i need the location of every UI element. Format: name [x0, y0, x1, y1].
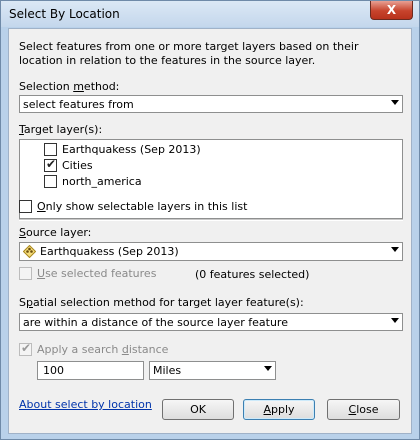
- point-layer-icon: [23, 245, 36, 258]
- spatial-method-label-pre: S: [19, 296, 26, 309]
- search-distance-label-post: istance: [128, 343, 169, 356]
- source-layer-value: Earthquakess (Sep 2013): [40, 245, 179, 258]
- distance-unit-dropdown[interactable]: Miles: [149, 361, 276, 380]
- search-distance-checkbox[interactable]: [19, 341, 32, 356]
- close-button[interactable]: Close: [327, 399, 400, 420]
- title-bar[interactable]: Select By Location X: [1, 1, 419, 27]
- selected-count-text: (0 features selected): [195, 268, 310, 281]
- target-layers-label: Target layer(s):: [19, 123, 102, 136]
- only-selectable-label-accel: O: [37, 200, 46, 213]
- use-selected-label: Use selected features: [37, 267, 156, 280]
- selection-method-label-pre: Selection: [19, 80, 74, 93]
- description-text: Select features from one or more target …: [19, 40, 359, 67]
- close-button-label: lose: [356, 403, 379, 416]
- distance-unit-value: Miles: [153, 364, 182, 377]
- spatial-method-dropdown[interactable]: are within a distance of the source laye…: [19, 313, 403, 331]
- divider: [19, 219, 403, 221]
- target-layer-label: north_america: [62, 175, 142, 188]
- apply-button-accel: A: [263, 403, 271, 416]
- window-title: Select By Location: [9, 7, 120, 21]
- source-layer-label: Source layer:: [19, 226, 91, 239]
- chevron-down-icon: [391, 318, 399, 323]
- target-layers-label-post: arget layer(s):: [23, 123, 103, 136]
- spatial-method-label: Spatial selection method for target laye…: [19, 296, 304, 309]
- only-selectable-label: Only show selectable layers in this list: [37, 200, 247, 213]
- apply-button-label: pply: [271, 403, 295, 416]
- dialog-client-area: Select features from one or more target …: [8, 28, 412, 434]
- only-selectable-checkbox[interactable]: [19, 200, 32, 213]
- select-by-location-window: Select By Location X Select features fro…: [0, 0, 420, 440]
- search-distance-value: 100: [43, 364, 64, 377]
- selection-method-dropdown[interactable]: select features from: [19, 95, 403, 113]
- spatial-method-label-post: atial selection method for target layer …: [32, 296, 304, 309]
- ok-button[interactable]: OK: [162, 399, 234, 420]
- use-selected-checkbox[interactable]: [19, 267, 32, 280]
- selection-method-value: select features from: [23, 98, 134, 111]
- chevron-down-icon: [264, 366, 272, 371]
- only-selectable-label-post: nly show selectable layers in this list: [45, 200, 248, 213]
- selection-method-label: Selection method:: [19, 80, 119, 93]
- search-distance-input[interactable]: 100: [37, 361, 144, 380]
- window-close-button[interactable]: X: [370, 1, 413, 20]
- search-distance-label-accel: d: [121, 343, 129, 356]
- chevron-down-icon: [391, 247, 399, 252]
- target-layer-label: Earthquakess (Sep 2013): [62, 143, 201, 156]
- target-layer-checkbox-earthquakess[interactable]: [44, 143, 57, 156]
- source-layer-label-post: ource layer:: [25, 226, 92, 239]
- target-layer-checkbox-north-america[interactable]: [44, 175, 57, 188]
- target-layer-checkbox-cities[interactable]: [44, 157, 57, 172]
- chevron-down-icon: [391, 100, 399, 105]
- selection-method-label-post: ethod:: [83, 80, 120, 93]
- source-layer-dropdown[interactable]: Earthquakess (Sep 2013): [19, 242, 403, 261]
- source-layer-label-accel: S: [19, 226, 26, 239]
- search-distance-label-pre: Apply a search: [37, 343, 122, 356]
- apply-button[interactable]: Apply: [243, 399, 315, 420]
- use-selected-label-accel: U: [37, 267, 46, 280]
- target-layer-label: Cities: [62, 159, 93, 172]
- search-distance-label: Apply a search distance: [37, 343, 168, 356]
- selection-method-label-accel: m: [73, 80, 84, 93]
- use-selected-label-post: se selected features: [45, 267, 157, 280]
- spatial-method-label-accel: p: [25, 296, 33, 309]
- about-select-by-location-link[interactable]: About select by location: [19, 398, 152, 411]
- spatial-method-value: are within a distance of the source laye…: [23, 316, 288, 329]
